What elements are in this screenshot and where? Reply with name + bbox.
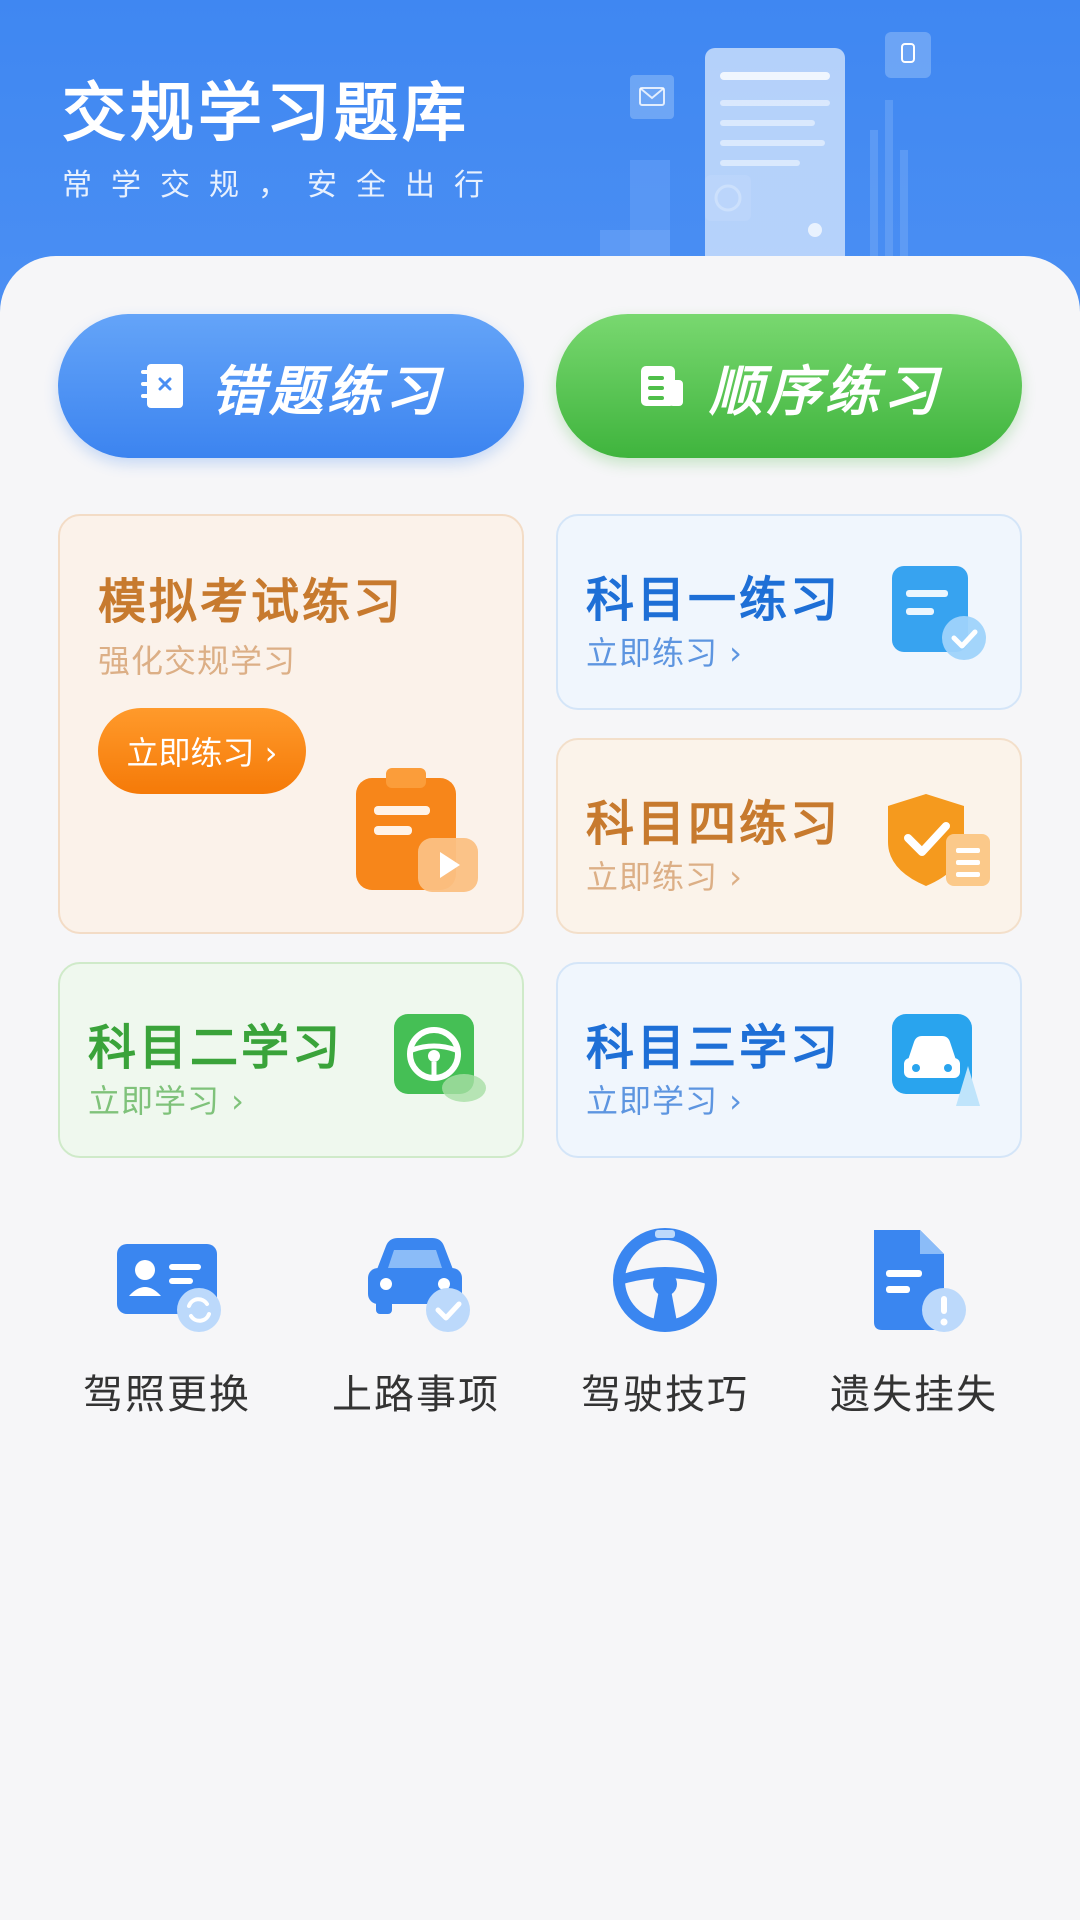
header-illustration-icon bbox=[600, 32, 931, 280]
sequential-practice-label: 顺序练习 bbox=[709, 359, 941, 423]
subject-four-card[interactable]: 科目四练习 立即练习 › bbox=[556, 738, 1022, 934]
subject-one-cta[interactable]: 立即练习 › bbox=[586, 628, 743, 674]
shield-check-icon bbox=[888, 794, 990, 886]
document-list-icon bbox=[641, 366, 683, 406]
car-cone-icon bbox=[892, 1014, 980, 1106]
wrong-question-practice-button[interactable]: 错题练习 bbox=[58, 314, 524, 458]
tool-driving-tips-label: 驾驶技巧 bbox=[581, 1372, 749, 1418]
tool-license-renewal[interactable]: 驾照更换 bbox=[62, 1226, 272, 1426]
notebook-icon bbox=[141, 364, 183, 408]
mock-exam-card[interactable]: 模拟考试练习 强化交规学习 立即练习 › bbox=[58, 514, 524, 934]
car-check-icon bbox=[368, 1238, 470, 1332]
tool-license-renewal-label: 驾照更换 bbox=[83, 1372, 251, 1418]
tool-road-notes[interactable]: 上路事项 bbox=[311, 1226, 521, 1426]
mock-exam-start-button[interactable]: 立即练习 › bbox=[98, 708, 306, 794]
subject-two-cta[interactable]: 立即学习 › bbox=[88, 1076, 245, 1122]
app-title: 交规学习题库 bbox=[62, 77, 470, 151]
sequential-practice-button[interactable]: 顺序练习 bbox=[556, 314, 1022, 458]
tool-lost-report[interactable]: 遗失挂失 bbox=[809, 1226, 1019, 1426]
steering-wheel-icon bbox=[613, 1228, 717, 1332]
mock-exam-title: 模拟考试练习 bbox=[98, 574, 405, 630]
mock-exam-subtitle: 强化交规学习 bbox=[98, 642, 297, 680]
app-subtitle: 常学交规，安全出行 bbox=[62, 168, 503, 203]
clipboard-video-icon bbox=[356, 768, 478, 892]
steering-wheel-green-icon bbox=[394, 1014, 486, 1102]
tool-road-notes-label: 上路事项 bbox=[332, 1372, 500, 1418]
license-renew-icon bbox=[117, 1244, 221, 1332]
subject-four-cta[interactable]: 立即练习 › bbox=[586, 852, 743, 898]
subject-two-title: 科目二学习 bbox=[88, 1020, 344, 1076]
tool-driving-tips[interactable]: 驾驶技巧 bbox=[560, 1226, 770, 1426]
document-alert-icon bbox=[874, 1230, 966, 1332]
subject-four-title: 科目四练习 bbox=[586, 796, 842, 852]
subject-one-card[interactable]: 科目一练习 立即练习 › bbox=[556, 514, 1022, 710]
subject-two-card[interactable]: 科目二学习 立即学习 › bbox=[58, 962, 524, 1158]
subject-one-title: 科目一练习 bbox=[586, 572, 842, 628]
subject-three-title: 科目三学习 bbox=[586, 1020, 842, 1076]
subject-three-card[interactable]: 科目三学习 立即学习 › bbox=[556, 962, 1022, 1158]
subject-three-cta[interactable]: 立即学习 › bbox=[586, 1076, 743, 1122]
wrong-question-practice-label: 错题练习 bbox=[211, 359, 443, 423]
document-check-icon bbox=[892, 566, 986, 660]
tool-lost-report-label: 遗失挂失 bbox=[830, 1372, 998, 1418]
